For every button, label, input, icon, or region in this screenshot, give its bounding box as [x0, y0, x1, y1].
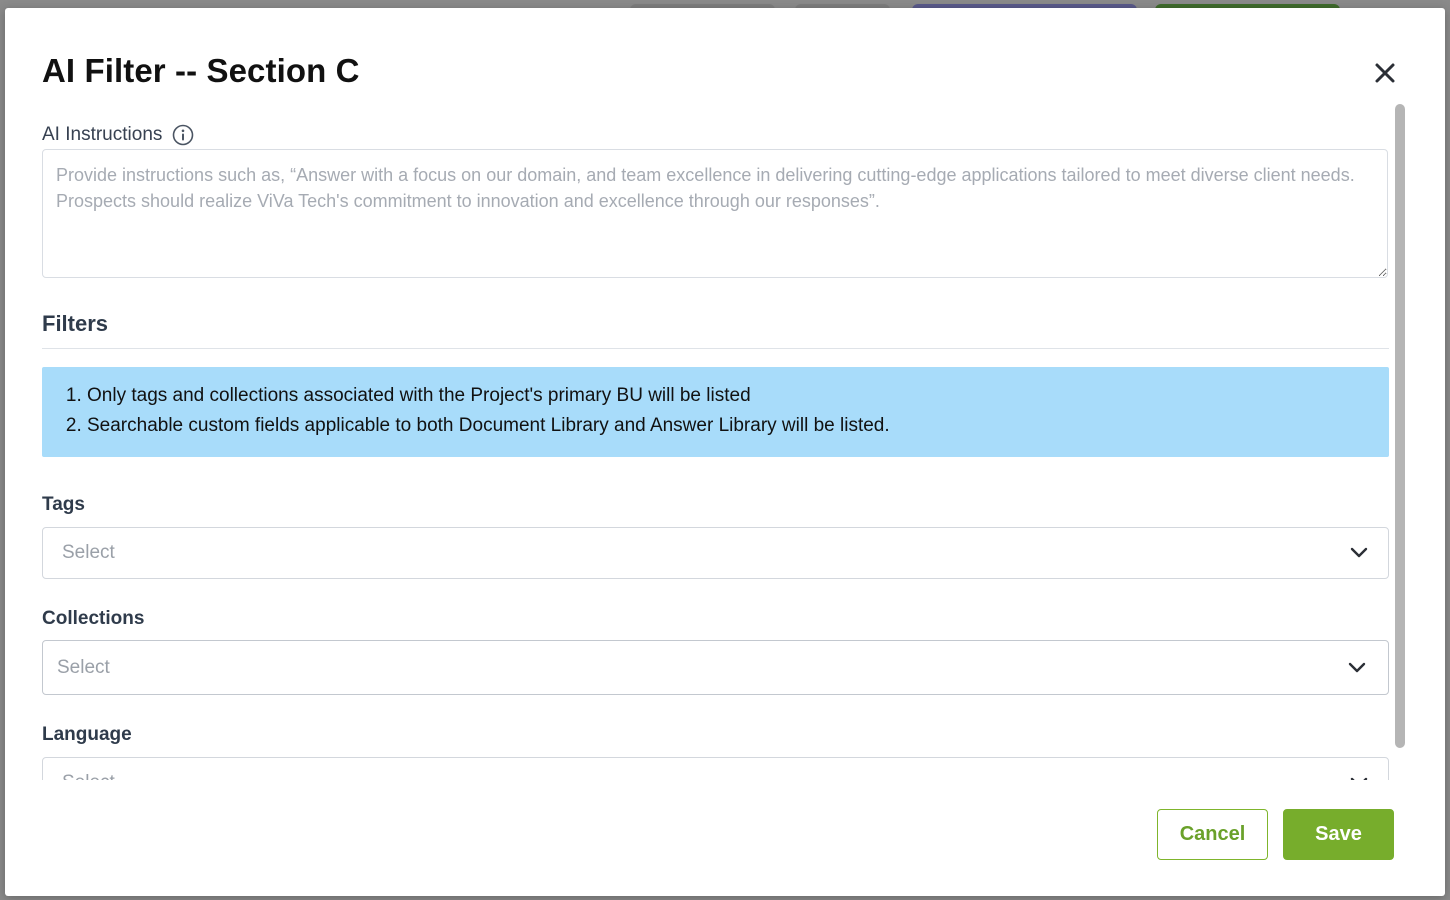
ai-instructions-textarea[interactable] — [42, 149, 1388, 278]
filters-note: Only tags and collections associated wit… — [87, 381, 1389, 411]
save-button[interactable]: Save — [1283, 809, 1394, 860]
scrollbar[interactable] — [1394, 104, 1406, 748]
chevron-down-icon — [1348, 662, 1366, 672]
filters-notes-list: Only tags and collections associated wit… — [42, 367, 1389, 441]
close-icon — [1375, 63, 1395, 83]
collections-label: Collections — [42, 608, 145, 629]
tags-select[interactable]: Select — [42, 527, 1389, 579]
filters-info-box: Only tags and collections associated wit… — [42, 367, 1389, 457]
chevron-down-icon — [1350, 547, 1368, 558]
ai-filter-dialog: AI Filter -- Section C AI Instructions F… — [5, 8, 1445, 896]
info-icon[interactable] — [172, 124, 194, 146]
scrollbar-thumb[interactable] — [1395, 104, 1405, 748]
collections-select-placeholder: Select — [57, 656, 110, 678]
dialog-body: AI Instructions Filters Only tags and co… — [5, 108, 1445, 780]
tags-select-placeholder: Select — [62, 542, 115, 563]
language-select-placeholder: Select — [62, 772, 115, 780]
tags-label: Tags — [42, 494, 85, 515]
chevron-down-icon — [1350, 777, 1368, 780]
filters-note: Searchable custom fields applicable to b… — [87, 411, 1389, 441]
language-select[interactable]: Select — [42, 757, 1389, 780]
divider — [42, 348, 1389, 349]
language-label: Language — [42, 724, 132, 745]
ai-instructions-label-text: AI Instructions — [42, 124, 163, 145]
filters-heading: Filters — [42, 311, 109, 336]
close-button[interactable] — [1368, 56, 1402, 90]
dialog-title: AI Filter -- Section C — [42, 52, 360, 89]
collections-select[interactable]: Select — [42, 640, 1389, 695]
ai-instructions-label: AI Instructions — [42, 124, 194, 146]
cancel-button[interactable]: Cancel — [1157, 809, 1268, 860]
